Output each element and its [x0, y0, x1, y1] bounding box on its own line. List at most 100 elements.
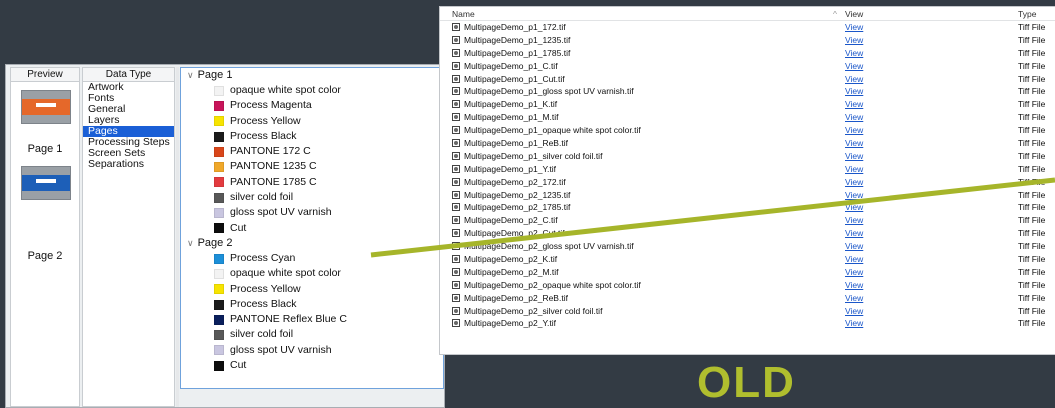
tiff-file-icon [452, 216, 460, 225]
separation-item[interactable]: gloss spot UV varnish [181, 205, 443, 220]
view-link[interactable]: View [845, 280, 863, 290]
file-row[interactable]: MultipageDemo_p1_1235.tif View Tiff File [440, 34, 1055, 47]
page-2-thumbnail[interactable] [21, 166, 71, 200]
separation-item[interactable]: silver cold foil [181, 190, 443, 205]
file-row[interactable]: MultipageDemo_p2_gloss spot UV varnish.t… [440, 240, 1055, 253]
preview-column: Preview Page 1 Page 2 [10, 67, 80, 407]
view-link[interactable]: View [845, 61, 863, 71]
file-row[interactable]: MultipageDemo_p2_1235.tif View Tiff File [440, 189, 1055, 202]
color-swatch-icon [214, 360, 224, 371]
view-link[interactable]: View [845, 228, 863, 238]
separation-item[interactable]: PANTONE 1785 C [181, 175, 443, 190]
view-link[interactable]: View [845, 241, 863, 251]
separation-item[interactable]: Cut [181, 358, 443, 373]
file-type: Tiff File [1018, 305, 1046, 316]
separation-item[interactable]: PANTONE 1235 C [181, 159, 443, 174]
view-link[interactable]: View [845, 35, 863, 45]
file-row[interactable]: MultipageDemo_p1_C.tif View Tiff File [440, 60, 1055, 73]
file-row[interactable]: MultipageDemo_p2_silver cold foil.tif Vie… [440, 305, 1055, 318]
file-row[interactable]: MultipageDemo_p2_172.tif View Tiff File [440, 176, 1055, 189]
view-column-header[interactable]: View [845, 9, 863, 19]
tree-group-page-1[interactable]: ∨ Page 1 [181, 68, 443, 83]
view-link[interactable]: View [845, 151, 863, 161]
file-row[interactable]: MultipageDemo_p2_C.tif View Tiff File [440, 214, 1055, 227]
view-link[interactable]: View [845, 267, 863, 277]
file-name: MultipageDemo_p2_silver cold foil.tif [464, 305, 603, 316]
file-type: Tiff File [1018, 86, 1046, 97]
view-link[interactable]: View [845, 99, 863, 109]
view-link[interactable]: View [845, 74, 863, 84]
sort-ascending-icon[interactable]: ^ [833, 9, 837, 19]
name-column-header[interactable]: Name [452, 9, 475, 19]
separation-item[interactable]: PANTONE 172 C [181, 144, 443, 159]
file-row[interactable]: MultipageDemo_p2_Cut.tif View Tiff File [440, 227, 1055, 240]
file-row[interactable]: MultipageDemo_p1_ReB.tif View Tiff File [440, 137, 1055, 150]
separation-item[interactable]: Process Magenta [181, 98, 443, 113]
file-row[interactable]: MultipageDemo_p1_opaque white spot color… [440, 124, 1055, 137]
file-row[interactable]: MultipageDemo_p1_gloss spot UV varnish.t… [440, 85, 1055, 98]
view-link[interactable]: View [845, 125, 863, 135]
file-row[interactable]: MultipageDemo_p1_1785.tif View Tiff File [440, 47, 1055, 60]
pane-splitter[interactable] [176, 67, 179, 407]
separation-item[interactable]: opaque white spot color [181, 83, 443, 98]
view-link[interactable]: View [845, 138, 863, 148]
chevron-down-icon[interactable]: ∨ [187, 238, 194, 248]
file-name: MultipageDemo_p1_Y.tif [464, 163, 556, 174]
view-link[interactable]: View [845, 318, 863, 328]
tiff-file-icon [452, 267, 460, 276]
file-row[interactable]: MultipageDemo_p2_M.tif View Tiff File [440, 266, 1055, 279]
view-link[interactable]: View [845, 86, 863, 96]
file-row[interactable]: MultipageDemo_p1_Y.tif View Tiff File [440, 163, 1055, 176]
file-row[interactable]: MultipageDemo_p2_ReB.tif View Tiff File [440, 292, 1055, 305]
preview-header[interactable]: Preview [11, 68, 79, 82]
view-link[interactable]: View [845, 306, 863, 316]
file-row[interactable]: MultipageDemo_p2_opaque white spot color… [440, 279, 1055, 292]
tiff-file-icon [452, 113, 460, 122]
separation-item[interactable]: silver cold foil [181, 327, 443, 342]
separation-item[interactable]: Process Yellow [181, 114, 443, 129]
file-row[interactable]: MultipageDemo_p2_1785.tif View Tiff File [440, 201, 1055, 214]
view-link[interactable]: View [845, 164, 863, 174]
tiff-file-icon [452, 74, 460, 83]
file-name: MultipageDemo_p2_1235.tif [464, 189, 571, 200]
view-link[interactable]: View [845, 48, 863, 58]
file-row[interactable]: MultipageDemo_p1_silver cold foil.tif Vie… [440, 150, 1055, 163]
color-swatch-icon [214, 330, 224, 341]
file-name: MultipageDemo_p1_1235.tif [464, 34, 571, 45]
file-type: Tiff File [1018, 60, 1046, 71]
file-name: MultipageDemo_p1_K.tif [464, 99, 558, 110]
file-row[interactable]: MultipageDemo_p1_K.tif View Tiff File [440, 98, 1055, 111]
separation-item[interactable]: Process Black [181, 297, 443, 312]
separation-item[interactable]: opaque white spot color [181, 266, 443, 281]
view-link[interactable]: View [845, 22, 863, 32]
chevron-down-icon[interactable]: ∨ [187, 70, 194, 80]
view-link[interactable]: View [845, 293, 863, 303]
view-link[interactable]: View [845, 190, 863, 200]
view-link[interactable]: View [845, 254, 863, 264]
type-column-header[interactable]: Type [1018, 9, 1036, 19]
separation-item[interactable]: Cut [181, 221, 443, 236]
separation-item[interactable]: Process Black [181, 129, 443, 144]
separation-item[interactable]: gloss spot UV varnish [181, 343, 443, 358]
view-link[interactable]: View [845, 202, 863, 212]
file-name: MultipageDemo_p1_ReB.tif [464, 138, 568, 149]
separation-item[interactable]: Process Cyan [181, 251, 443, 266]
file-type: Tiff File [1018, 73, 1046, 84]
file-row[interactable]: MultipageDemo_p1_Cut.tif View Tiff File [440, 73, 1055, 86]
view-link[interactable]: View [845, 215, 863, 225]
tree-group-page-2[interactable]: ∨ Page 2 [181, 236, 443, 251]
color-swatch-icon [214, 314, 224, 325]
view-link[interactable]: View [845, 112, 863, 122]
color-swatch-icon [214, 299, 224, 310]
file-row[interactable]: MultipageDemo_p2_K.tif View Tiff File [440, 253, 1055, 266]
file-row[interactable]: MultipageDemo_p1_172.tif View Tiff File [440, 21, 1055, 34]
file-name: MultipageDemo_p1_gloss spot UV varnish.t… [464, 86, 634, 97]
separation-item[interactable]: Process Yellow [181, 282, 443, 297]
view-link[interactable]: View [845, 177, 863, 187]
file-row[interactable]: MultipageDemo_p2_Y.tif View Tiff File [440, 317, 1055, 330]
page-1-thumbnail[interactable] [21, 90, 71, 124]
file-row[interactable]: MultipageDemo_p1_M.tif View Tiff File [440, 111, 1055, 124]
datatype-header[interactable]: Data Type [83, 68, 174, 82]
separation-item[interactable]: PANTONE Reflex Blue C [181, 312, 443, 327]
datatype-item-separations[interactable]: Separations [83, 159, 174, 170]
